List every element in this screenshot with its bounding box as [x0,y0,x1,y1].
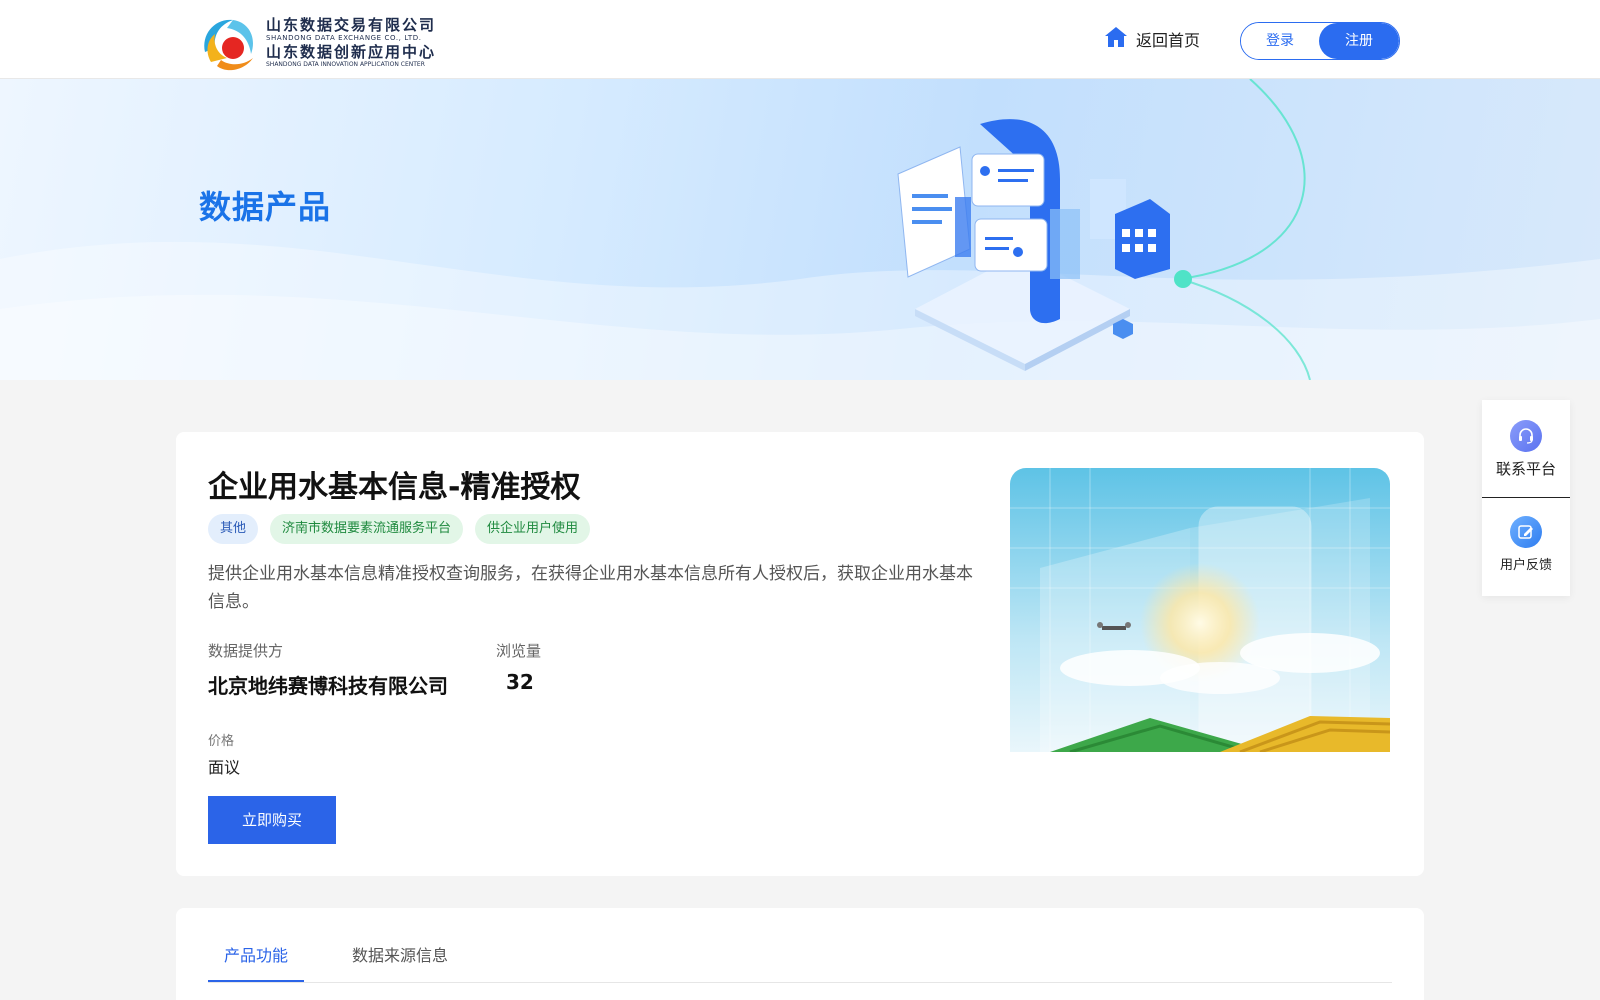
provider-label: 数据提供方 [208,642,284,660]
views-label: 浏览量 [496,642,542,660]
logo-line1-cn: 山东数据交易有限公司 [266,15,437,34]
home-link[interactable]: 返回首页 [1104,26,1200,52]
company-logo[interactable]: 山东数据交易有限公司 SHANDONG DATA EXCHANGE CO., L… [197,12,436,76]
provider-value: 北京地纬赛博科技有限公司 [208,674,448,698]
tab-data-source-info[interactable]: 数据来源信息 [352,942,448,966]
logo-line2-cn: 山东数据创新应用中心 [266,42,437,61]
auth-buttons: 登录 注册 [1240,22,1400,60]
home-link-label: 返回首页 [1136,31,1201,50]
top-header: 山东数据交易有限公司 SHANDONG DATA EXCHANGE CO., L… [0,0,1600,79]
banner-illustration [0,79,1600,380]
headset-icon [1510,420,1542,452]
user-feedback-button[interactable]: 用户反馈 [1482,516,1570,573]
product-card: 企业用水基本信息-精准授权 其他 济南市数据要素流通服务平台 供企业用户使用 提… [176,432,1424,876]
product-title: 企业用水基本信息-精准授权 [208,470,581,505]
product-tags: 其他 济南市数据要素流通服务平台 供企业用户使用 [208,514,591,544]
user-feedback-label: 用户反馈 [1499,558,1552,573]
logo-mark-icon [197,12,261,76]
register-button[interactable]: 注册 [1319,23,1399,59]
banner-title: 数据产品 [199,188,332,226]
edit-icon [1510,516,1542,548]
buy-now-button[interactable]: 立即购买 [208,796,336,844]
price-value: 面议 [208,758,241,777]
views-value: 32 [506,670,534,694]
tag-category: 其他 [208,514,259,544]
floating-side-panel: 联系平台 用户反馈 [1482,400,1570,596]
side-panel-divider [1482,497,1570,498]
contact-platform-label: 联系平台 [1495,460,1556,478]
logo-line2-en: SHANDONG DATA INNOVATION APPLICATION CEN… [266,60,425,68]
logo-line1-en: SHANDONG DATA EXCHANGE CO., LTD. [266,33,422,42]
price-label: 价格 [208,734,235,749]
home-icon [1104,26,1128,52]
tag-platform: 济南市数据要素流通服务平台 [270,514,464,544]
product-description: 提供企业用水基本信息精准授权查询服务，在获得企业用水基本信息所有人授权后，获取企… [208,564,973,612]
active-tab-underline [208,980,304,982]
hero-banner: 数据产品 [0,79,1600,380]
product-image [1010,468,1390,752]
tag-audience: 供企业用户使用 [475,514,591,544]
detail-tabs-card: 产品功能 数据来源信息 [176,908,1424,1000]
login-button[interactable]: 登录 [1241,23,1320,59]
tab-product-features[interactable]: 产品功能 [224,942,288,966]
contact-platform-button[interactable]: 联系平台 [1482,420,1570,479]
tabs-divider [208,982,1392,983]
